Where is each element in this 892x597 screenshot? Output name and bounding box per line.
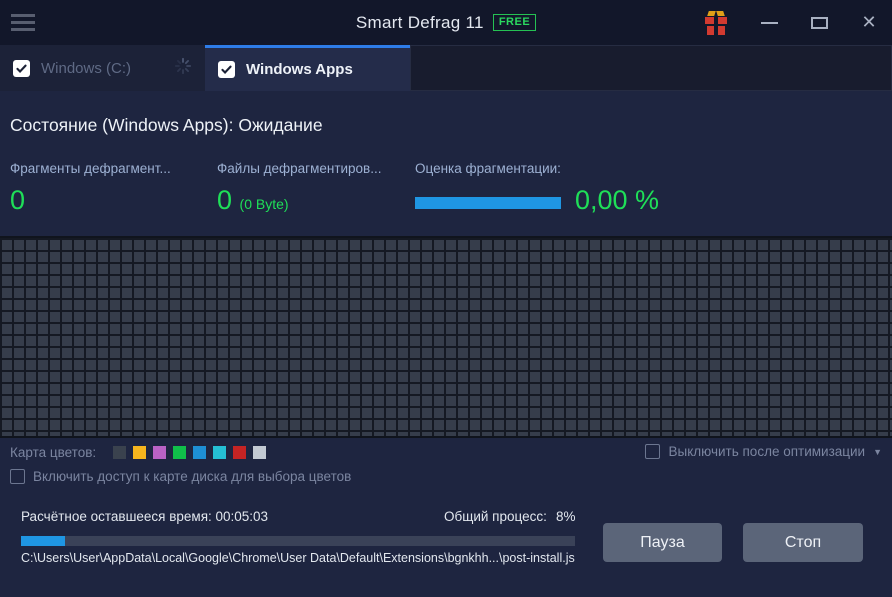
color-swatch: [233, 446, 246, 459]
maximize-button[interactable]: [802, 0, 836, 45]
gift-icon[interactable]: [704, 10, 728, 35]
tab-windows-c-checkbox[interactable]: [13, 59, 30, 77]
menu-icon[interactable]: [11, 14, 35, 31]
check-icon: [221, 65, 232, 75]
fragments-label: Фрагменты дефрагмент...: [10, 161, 171, 176]
files-label: Файлы дефрагментиров...: [217, 161, 382, 176]
remaining-time-text: Расчётное оставшееся время: 00:05:03: [21, 509, 269, 524]
color-swatch: [173, 446, 186, 459]
maximize-icon: [810, 16, 828, 29]
tab-windows-apps-checkbox[interactable]: [218, 61, 235, 78]
color-swatch: [133, 446, 146, 459]
pause-button[interactable]: Пауза: [603, 523, 722, 562]
free-badge: FREE: [492, 14, 537, 31]
tab-windows-c[interactable]: Windows (C:): [0, 45, 205, 91]
fragmentation-label: Оценка фрагментации:: [415, 161, 561, 176]
color-swatches: [113, 446, 266, 459]
fragments-value: 0: [10, 185, 26, 215]
tab-windows-apps[interactable]: Windows Apps: [205, 45, 410, 91]
smart-defrag-window: Smart Defrag 11 FREE ✕ Windows (C:) Wind…: [0, 0, 892, 597]
color-swatch: [213, 446, 226, 459]
color-map-label: Карта цветов:: [10, 445, 97, 460]
color-swatch: [253, 446, 266, 459]
check-icon: [16, 64, 27, 73]
color-swatch: [153, 446, 166, 459]
tab-windows-c-label: Windows (C:): [41, 59, 132, 77]
titlebar: Smart Defrag 11 FREE ✕: [0, 0, 892, 45]
shutdown-label: Выключить после оптимизации: [668, 444, 866, 459]
app-title: Smart Defrag 11: [355, 12, 484, 32]
fragmentation-bar-fill: [415, 197, 561, 209]
color-swatch: [193, 446, 206, 459]
chevron-down-icon[interactable]: ▼: [873, 447, 882, 457]
files-size-suffix: (0 Byte): [239, 196, 289, 212]
tab-windows-apps-label: Windows Apps: [246, 61, 353, 78]
close-button[interactable]: ✕: [852, 0, 886, 45]
disk-map-access-checkbox[interactable]: [10, 469, 25, 484]
disk-map-access-option[interactable]: Включить доступ к карте диска для выбора…: [10, 469, 351, 484]
shutdown-checkbox[interactable]: [645, 444, 661, 459]
disk-map-grid: [0, 236, 892, 438]
fragmentation-bar: [415, 197, 561, 209]
disk-map-access-label: Включить доступ к карте диска для выбора…: [33, 469, 352, 484]
color-swatch: [113, 446, 126, 459]
files-value: 0 (0 Byte): [217, 185, 289, 215]
minimize-icon: [760, 21, 778, 24]
current-file-path: C:\Users\User\AppData\Local\Google\Chrom…: [21, 551, 575, 565]
status-heading: Состояние (Windows Apps): Ожидание: [10, 115, 323, 135]
overall-progress-label: Общий процесс:: [444, 509, 547, 524]
shutdown-after-optimization-option[interactable]: Выключить после оптимизации ▼: [645, 444, 882, 459]
tab-bar: Windows (C:) Windows Apps: [0, 45, 892, 91]
overall-progress-bar: [21, 536, 575, 546]
overall-progress-fill: [21, 536, 66, 546]
tab-strip-filler: [410, 45, 892, 91]
stop-button[interactable]: Стоп: [743, 523, 863, 562]
overall-progress-value: 8%: [556, 509, 576, 524]
spinner-icon: [174, 57, 192, 80]
minimize-button[interactable]: [752, 0, 786, 45]
fragmentation-value: 0,00 %: [575, 185, 660, 215]
